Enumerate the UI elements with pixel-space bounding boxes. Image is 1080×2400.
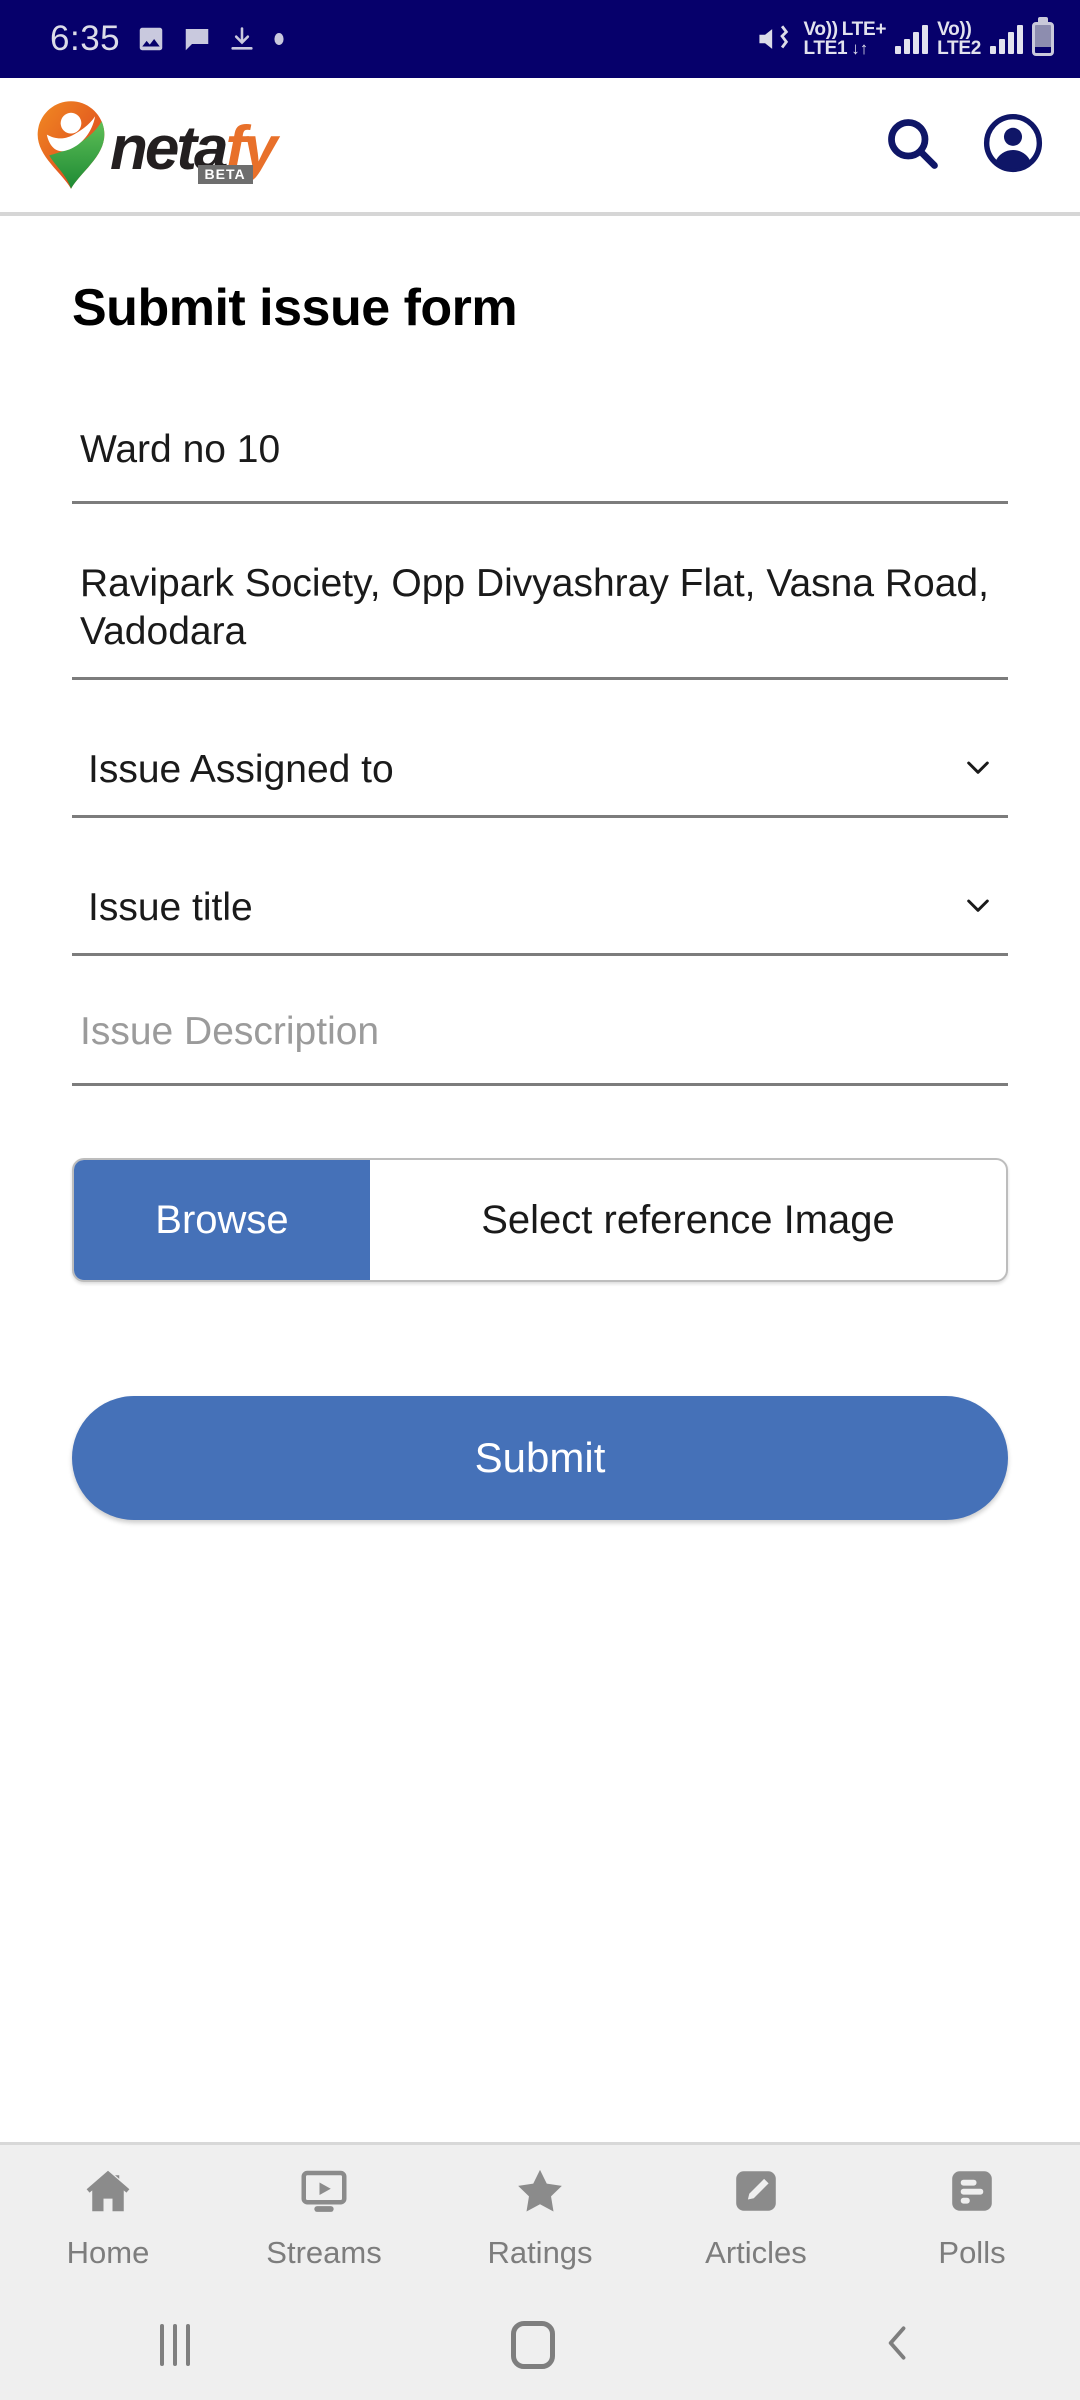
nav-item-articles[interactable]: Articles: [648, 2164, 864, 2271]
issue-title-value: Issue title: [88, 885, 253, 929]
status-bar: 6:35 Vo)) LTE+ LTE1 ↓↑ Vo)) LTE2: [0, 0, 1080, 78]
address-field-value: Ravipark Society, Opp Divyashray Flat, V…: [80, 562, 989, 653]
sim2-signal-bars-icon: [990, 24, 1023, 54]
nav-label-articles: Articles: [705, 2235, 807, 2270]
sim1-label: LTE1: [803, 38, 848, 59]
image-icon: [136, 24, 166, 54]
address-field[interactable]: Ravipark Society, Opp Divyashray Flat, V…: [72, 560, 1008, 680]
app-logo-text: netafy BETA: [110, 118, 278, 184]
message-icon: [182, 24, 212, 54]
nav-item-streams[interactable]: Streams: [216, 2164, 432, 2271]
nav-label-streams: Streams: [266, 2235, 382, 2270]
sim1-network-label: LTE+: [841, 19, 887, 40]
submit-button[interactable]: Submit: [72, 1396, 1008, 1520]
status-bar-right: Vo)) LTE+ LTE1 ↓↑ Vo)) LTE2: [756, 20, 1054, 58]
chevron-down-icon: [962, 889, 1008, 926]
header-actions: [882, 112, 1044, 179]
back-chevron-icon[interactable]: [876, 2319, 920, 2372]
account-circle-icon[interactable]: [982, 112, 1044, 179]
beta-badge: BETA: [197, 165, 253, 184]
ward-field[interactable]: Ward no 10: [72, 426, 1008, 504]
issue-description-field[interactable]: Issue Description: [72, 1008, 1008, 1086]
home-icon: [81, 2164, 135, 2223]
nav-label-home: Home: [66, 2235, 150, 2270]
search-icon[interactable]: [882, 113, 942, 178]
data-arrows-icon: ↓↑: [851, 39, 869, 58]
location-pin-person-icon: [34, 99, 108, 191]
download-icon: [228, 24, 256, 54]
bottom-navigation: Home Streams Ratings Articles Polls: [0, 2142, 1080, 2290]
selected-file-label: Select reference Image: [481, 1197, 895, 1242]
issue-title-select[interactable]: Issue title: [72, 876, 1008, 956]
nav-item-polls[interactable]: Polls: [864, 2164, 1080, 2271]
page-title: Submit issue form: [72, 279, 518, 337]
issue-assigned-to-select[interactable]: Issue Assigned to: [72, 738, 1008, 818]
pencil-square-icon: [729, 2164, 783, 2223]
poll-bars-icon: [945, 2164, 999, 2223]
battery-icon: [1032, 22, 1054, 56]
mute-icon: [756, 22, 794, 56]
app-logo[interactable]: netafy BETA: [34, 99, 278, 191]
form-content: Submit issue form Ward no 10 Ravipark So…: [0, 216, 1080, 2142]
monitor-play-icon: [297, 2164, 351, 2223]
nav-label-ratings: Ratings: [487, 2235, 593, 2270]
sim1-signal-bars-icon: [895, 24, 929, 54]
phone-screen: 6:35 Vo)) LTE+ LTE1 ↓↑ Vo)) LTE2 netafy …: [0, 0, 1080, 2400]
reference-image-picker[interactable]: Browse Select reference Image: [72, 1158, 1008, 1282]
nav-item-ratings[interactable]: Ratings: [432, 2164, 648, 2271]
system-navigation-bar: [0, 2290, 1080, 2400]
star-icon: [513, 2164, 567, 2223]
sim1-indicator: Vo)) LTE+ LTE1 ↓↑: [803, 20, 886, 58]
sim2-volte-label: Vo)): [937, 19, 972, 40]
status-clock: 6:35: [50, 19, 121, 58]
dot-icon: [272, 31, 286, 47]
recents-icon[interactable]: [160, 2324, 191, 2366]
nav-item-home[interactable]: Home: [0, 2164, 216, 2271]
sim2-indicator: Vo)) LTE2: [937, 20, 981, 58]
chevron-down-icon: [962, 751, 1008, 788]
issue-description-placeholder: Issue Description: [80, 1010, 380, 1053]
app-header: netafy BETA: [0, 78, 1080, 216]
ward-field-value: Ward no 10: [80, 428, 281, 471]
home-square-icon[interactable]: [510, 2321, 555, 2369]
browse-button[interactable]: Browse: [74, 1160, 370, 1280]
sim1-volte-label: Vo)): [803, 19, 838, 40]
status-bar-left: 6:35: [50, 19, 286, 59]
nav-label-polls: Polls: [938, 2235, 1006, 2270]
sim2-label: LTE2: [937, 38, 981, 59]
issue-assigned-to-value: Issue Assigned to: [88, 747, 394, 791]
